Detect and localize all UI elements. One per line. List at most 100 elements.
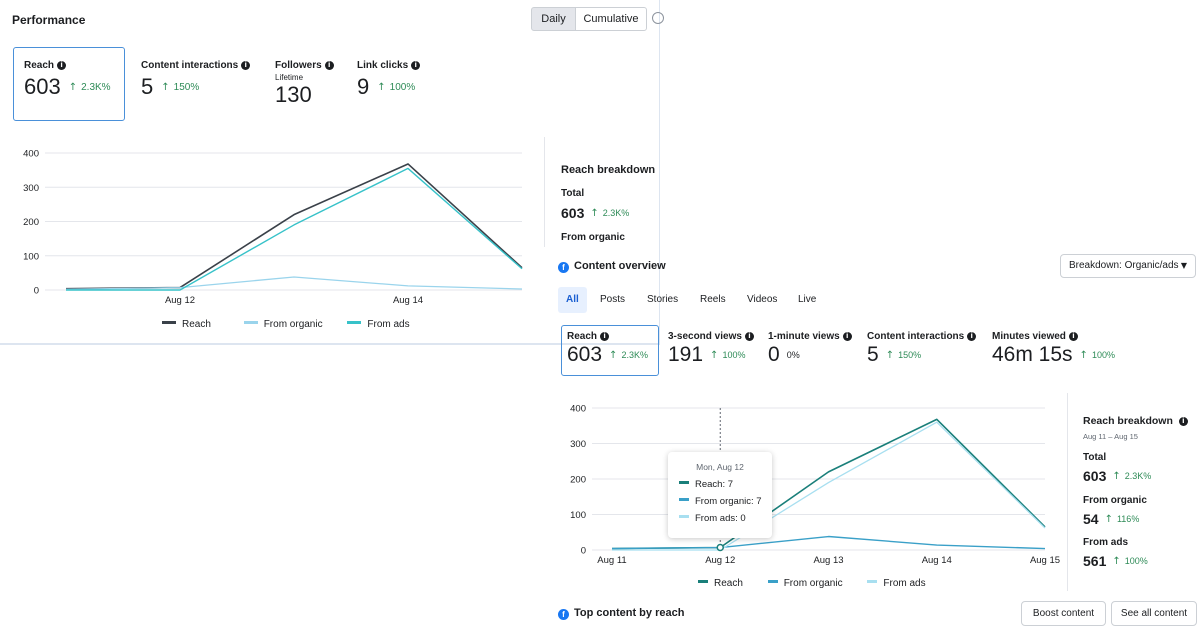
tooltip-organic-text: From organic: 7 — [695, 496, 762, 507]
legend-item-ads: From ads — [867, 578, 926, 589]
x-tick-label: Aug 14 — [393, 295, 423, 306]
metric-value-row: 9 ↑ 100% — [357, 74, 447, 100]
side-breakdown-total-value: 603 — [1083, 468, 1107, 484]
tab-videos[interactable]: Videos — [739, 287, 785, 313]
metric-value-row: 603 ↑ 2.3K% — [24, 74, 114, 100]
series-line-reach — [65, 163, 523, 290]
chart2-legend: Reach From organic From ads — [698, 578, 926, 589]
metric-label-text: Followers — [275, 60, 322, 71]
arrow-up-icon: ↑ — [1112, 556, 1121, 567]
metric-label-text: Content interactions — [141, 60, 239, 71]
side-breakdown-total-label: Total — [1083, 452, 1107, 463]
y-tick-label: 400 — [570, 404, 586, 415]
info-icon: i — [241, 61, 251, 70]
legend-swatch — [767, 580, 778, 583]
metric-change: ↑ 100% — [710, 350, 746, 361]
overview-card-1m-views[interactable]: 1-minute views i 0 0% — [768, 325, 858, 375]
x-tick-label: Aug 14 — [922, 555, 952, 566]
legend-swatch — [243, 321, 258, 324]
tooltip-ads: From ads: 0 — [679, 513, 772, 524]
metric-value-row: 5 ↑ 150% — [141, 74, 261, 100]
arrow-up-icon: ↑ — [161, 82, 170, 93]
side-breakdown-ads: 561 ↑ 100% — [1083, 553, 1148, 569]
metric-label: Minutes viewed i — [992, 331, 1132, 342]
tab-reels[interactable]: Reels — [692, 287, 734, 313]
metric-label-text: Reach — [567, 331, 598, 342]
metric-change-text: 100% — [1091, 350, 1115, 360]
info-icon: i — [967, 332, 977, 341]
info-icon: i — [842, 332, 852, 341]
y-tick-label: 300 — [570, 439, 586, 450]
y-tick-label: 100 — [570, 510, 586, 521]
side-breakdown-title: Reach breakdown i — [1083, 415, 1188, 427]
metric-value: 5 — [141, 74, 154, 99]
side-breakdown-total: 603 ↑ 2.3K% — [1083, 468, 1151, 484]
overview-card-reach[interactable]: Reach i 603 ↑ 2.3K% — [561, 325, 659, 376]
cumulative-toggle[interactable]: Cumulative — [575, 7, 647, 31]
reach-breakdown-title: Reach breakdown — [561, 164, 656, 176]
info-icon: i — [1178, 417, 1188, 426]
overview-card-content-interactions[interactable]: Content interactions i 5 ↑ 150% — [867, 325, 985, 375]
chart1-legend: Reach From organic From ads — [162, 319, 410, 330]
tab-posts[interactable]: Posts — [592, 287, 633, 313]
metric-change: ↑ 100% — [1080, 350, 1115, 361]
metric-change: ↑ 150% — [161, 82, 199, 93]
y-tick-label: 100 — [23, 251, 39, 262]
info-icon: i — [600, 332, 610, 341]
metric-card-content-interactions[interactable]: Content interactions i 5 ↑ 150% — [141, 47, 261, 121]
legend-swatch — [679, 515, 689, 518]
metric-label: 3-second views i — [668, 331, 763, 342]
breakdown-dropdown[interactable]: Breakdown: Organic/ads ▼ — [1060, 254, 1196, 278]
arrow-up-icon: ↑ — [590, 208, 599, 219]
metric-value: 5 — [867, 343, 879, 366]
metric-card-reach[interactable]: Reach i 603 ↑ 2.3K% — [13, 47, 125, 121]
legend-swatch — [679, 498, 689, 501]
arrow-up-icon: ↑ — [1104, 514, 1113, 525]
tab-live[interactable]: Live — [790, 287, 824, 313]
top-content-title-text: Top content by reach — [574, 607, 685, 619]
metric-change: ↑ 2.3K% — [69, 82, 111, 93]
boost-content-button[interactable]: Boost content — [1021, 601, 1106, 626]
legend-item-reach: Reach — [162, 319, 211, 330]
legend-label: From organic — [783, 578, 843, 589]
metric-value-row: 5 ↑ 150% — [867, 343, 985, 367]
overview-card-minutes-viewed[interactable]: Minutes viewed i 46m 15s ↑ 100% — [992, 325, 1132, 375]
metric-label: Reach i — [24, 60, 114, 71]
metric-label-text: Minutes viewed — [992, 331, 1066, 342]
metric-value-row: 46m 15s ↑ 100% — [992, 343, 1132, 367]
top-content-title: f Top content by reach — [558, 607, 684, 620]
legend-item-reach: Reach — [698, 578, 743, 589]
metric-change: ↑ 2.3K% — [1112, 471, 1151, 482]
tooltip-organic: From organic: 7 — [679, 496, 772, 507]
reach-breakdown-organic-label: From organic — [561, 232, 625, 243]
x-tick-label: Aug 15 — [1030, 555, 1060, 566]
metric-change-text: 2.3K% — [81, 82, 111, 93]
x-tick-label: Aug 12 — [165, 295, 195, 306]
metric-change-text: 2.3K% — [602, 208, 630, 218]
metric-value-row: 603 ↑ 2.3K% — [567, 343, 653, 367]
y-tick-label: 0 — [34, 286, 39, 297]
metric-card-followers[interactable]: Followers i Lifetime 130 — [275, 47, 345, 121]
daily-toggle[interactable]: Daily — [531, 7, 576, 31]
metric-card-link-clicks[interactable]: Link clicks i 9 ↑ 100% — [357, 47, 447, 121]
metric-change: ↑ 2.3K% — [609, 350, 648, 361]
content-overview-line-chart: 0 100 200 300 400 Aug 11 Aug 12 Aug 13 Aug 14 Aug… — [570, 404, 1060, 567]
metric-change-text: 100% — [722, 350, 746, 360]
legend-label: Reach — [182, 319, 211, 330]
metric-value: 46m 15s — [992, 343, 1073, 366]
overview-card-3s-views[interactable]: 3-second views i 191 ↑ 100% — [668, 325, 763, 375]
metric-change-text: 100% — [389, 82, 416, 93]
arrow-up-icon: ↑ — [377, 82, 386, 93]
tab-all[interactable]: All — [558, 287, 587, 313]
tab-stories[interactable]: Stories — [639, 287, 686, 313]
metric-value: 603 — [567, 343, 603, 366]
see-all-content-button[interactable]: See all content — [1111, 601, 1197, 626]
metric-change: ↑ 150% — [886, 350, 921, 361]
reach-breakdown-total-label: Total — [561, 188, 585, 199]
legend-swatch — [867, 580, 878, 583]
legend-label: Reach — [714, 578, 743, 589]
chart-tooltip: Mon, Aug 12 Reach: 7 From organic: 7 Fro… — [668, 452, 772, 538]
tooltip-reach-text: Reach: 7 — [695, 479, 734, 490]
info-icon: i — [411, 61, 421, 70]
legend-swatch — [698, 580, 708, 583]
